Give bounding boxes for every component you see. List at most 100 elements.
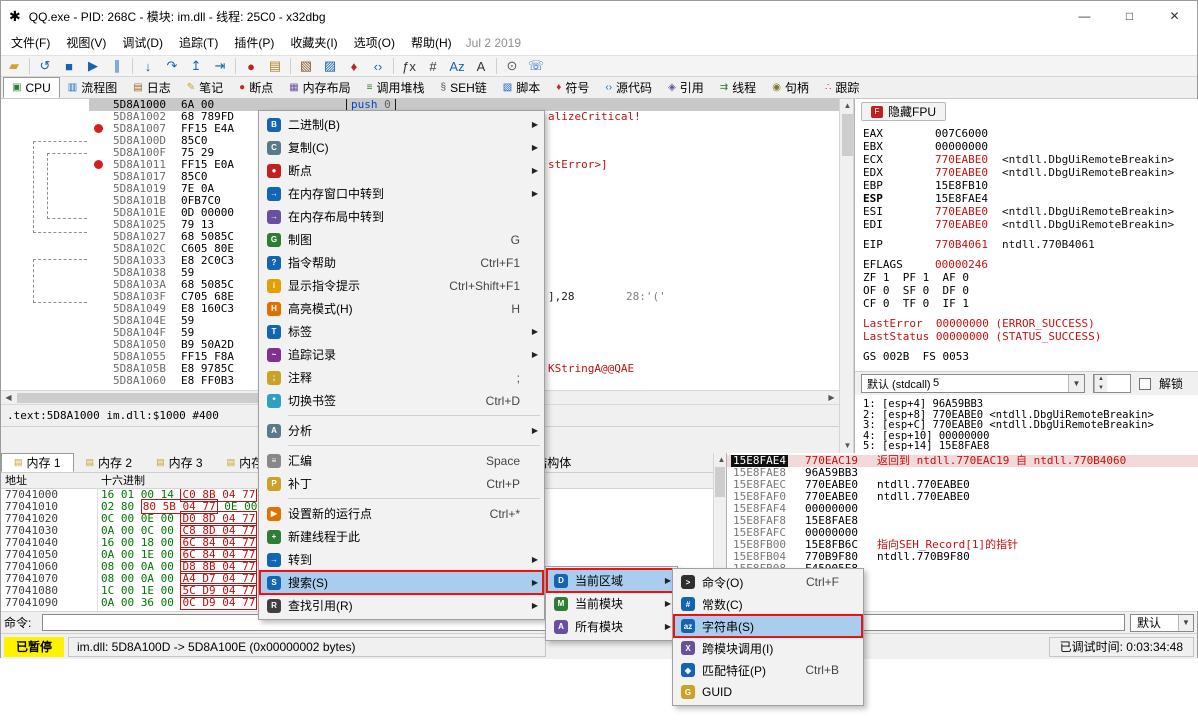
stack-row[interactable]: 15E8FAF815E8FAE8 bbox=[727, 515, 1198, 527]
call-stack-tab[interactable]: ≡调用堆栈 bbox=[359, 77, 433, 98]
dump-tab[interactable]: ▤内存 3 bbox=[144, 453, 215, 472]
references-tab[interactable]: ◈引用 bbox=[660, 77, 712, 98]
stack-argument-row[interactable]: 1: [esp+4] 96A59BB3 bbox=[863, 399, 1195, 410]
hide-fpu-button[interactable]: F 隐藏FPU bbox=[861, 102, 946, 121]
menu-item[interactable]: →在内存窗口中转到▶ bbox=[260, 182, 543, 205]
minimize-button[interactable]: — bbox=[1062, 1, 1107, 31]
source-icon[interactable]: ‹› bbox=[369, 59, 387, 74]
menu-item[interactable]: →在内存布局中转到 bbox=[260, 205, 543, 228]
calling-convention-select[interactable]: 默认 (stdcall) ▼ bbox=[861, 374, 1085, 393]
menu-item[interactable]: ≡汇编Space bbox=[260, 449, 543, 472]
register-value[interactable]: 00000000 bbox=[935, 140, 988, 153]
menu-item[interactable]: X跨模块调用(I) bbox=[674, 637, 862, 659]
register-value[interactable]: 15E8FAE4 bbox=[935, 192, 988, 205]
register-value[interactable]: 770EABE0 bbox=[935, 166, 988, 179]
dump-tab[interactable]: ▤内存 1 bbox=[1, 453, 74, 472]
menu-item[interactable]: ◆匹配特征(P)Ctrl+B bbox=[674, 659, 862, 681]
chevron-down-icon[interactable]: ▼ bbox=[1068, 375, 1084, 392]
register-line[interactable]: EDI770EABE0<ntdll.DbgUiRemoteBreakin> bbox=[863, 218, 1195, 231]
menu-item[interactable]: ~追踪记录▶ bbox=[260, 343, 543, 366]
menu-item[interactable]: #常数(C) bbox=[674, 593, 862, 615]
menu-item[interactable]: ;注释; bbox=[260, 366, 543, 389]
menu-item[interactable]: H高亮模式(H)H bbox=[260, 297, 543, 320]
spin-up-icon[interactable]: ▲ bbox=[1095, 375, 1107, 384]
restart-icon[interactable]: ↺ bbox=[36, 58, 54, 74]
menu-item[interactable]: M当前模块▶ bbox=[547, 592, 676, 615]
graph-tab[interactable]: ▥流程图 bbox=[60, 77, 125, 98]
unlock-checkbox[interactable] bbox=[1139, 378, 1151, 390]
register-line[interactable]: ECX770EABE0<ntdll.DbgUiRemoteBreakin> bbox=[863, 153, 1195, 166]
stack-row[interactable]: 15E8FB04770B9F80ntdll.770B9F80 bbox=[727, 551, 1198, 563]
stop-icon[interactable]: ■ bbox=[60, 59, 78, 74]
breakpoints-icon[interactable]: ● bbox=[242, 59, 260, 74]
menubar-item[interactable]: 插件(P) bbox=[226, 33, 282, 53]
menu-item[interactable]: P补丁Ctrl+P bbox=[260, 472, 543, 495]
stack-row[interactable]: 15E8FAF400000000 bbox=[727, 503, 1198, 515]
scrollbar-thumb[interactable] bbox=[715, 467, 725, 497]
step-out-icon[interactable]: ↥ bbox=[187, 58, 205, 74]
register-value[interactable]: 007C6000 bbox=[935, 127, 988, 140]
menu-item[interactable]: *切换书签Ctrl+D bbox=[260, 389, 543, 412]
log-icon[interactable]: ▧ bbox=[297, 58, 315, 74]
seh-chain-tab[interactable]: §SEH链 bbox=[433, 77, 495, 98]
argument-count-stepper[interactable]: 5 ▲▼ bbox=[1093, 374, 1131, 393]
register-value[interactable]: 15E8FB10 bbox=[935, 179, 988, 192]
command-profile-select[interactable]: 默认 ▼ bbox=[1130, 614, 1194, 632]
menu-item[interactable]: GGUID bbox=[674, 681, 862, 703]
menubar-item[interactable]: 文件(F) bbox=[3, 33, 58, 53]
menubar-item[interactable]: 追踪(T) bbox=[171, 33, 226, 53]
symbols-icon[interactable]: ♦ bbox=[345, 59, 363, 74]
cpu-tab[interactable]: ▣CPU bbox=[3, 77, 60, 98]
spin-down-icon[interactable]: ▼ bbox=[1095, 384, 1107, 393]
register-line[interactable]: LastStatus 00000000 (STATUS_SUCCESS) bbox=[863, 330, 1195, 343]
register-line[interactable]: ZF 1 PF 1 AF 0 bbox=[863, 271, 1195, 284]
script-tab[interactable]: ▧脚本 bbox=[495, 77, 548, 98]
phone-icon[interactable]: ☏ bbox=[527, 58, 545, 74]
current-region-menu-item[interactable]: D当前区域▶ bbox=[547, 569, 676, 592]
register-line[interactable]: CF 0 TF 0 IF 1 bbox=[863, 297, 1195, 310]
menu-item[interactable]: >命令(O)Ctrl+F bbox=[674, 571, 862, 593]
trace-tab[interactable]: ∴跟踪 bbox=[817, 77, 867, 98]
scroll-left-icon[interactable]: ◀ bbox=[1, 391, 16, 404]
fx-icon[interactable]: ƒx bbox=[400, 59, 418, 74]
register-line[interactable]: ESI770EABE0<ntdll.DbgUiRemoteBreakin> bbox=[863, 205, 1195, 218]
stack-row[interactable]: 15E8FAE4770EAC19返回到 ntdll.770EAC19 自 ntd… bbox=[727, 455, 1198, 467]
menu-item[interactable]: B二进制(B)▶ bbox=[260, 113, 543, 136]
register-line[interactable]: EBP15E8FB10 bbox=[863, 179, 1195, 192]
run-icon[interactable]: ▶ bbox=[84, 58, 102, 74]
register-value[interactable]: 770EABE0 bbox=[935, 205, 988, 218]
search-menu-item[interactable]: S搜索(S)▶ bbox=[260, 571, 543, 594]
stack-row[interactable]: 15E8FAF0770EABE0ntdll.770EABE0 bbox=[727, 491, 1198, 503]
menubar-item[interactable]: 帮助(H) bbox=[403, 33, 460, 53]
scroll-right-icon[interactable]: ▶ bbox=[824, 391, 839, 404]
menu-item[interactable]: ?指令帮助Ctrl+F1 bbox=[260, 251, 543, 274]
step-over-icon[interactable]: ↷ bbox=[163, 58, 181, 74]
menu-item[interactable]: +新建线程于此 bbox=[260, 525, 543, 548]
source-tab[interactable]: ‹›源代码 bbox=[597, 77, 660, 98]
menu-item[interactable]: A所有模块▶ bbox=[547, 615, 676, 638]
menu-item[interactable]: ▶设置新的运行点Ctrl+* bbox=[260, 502, 543, 525]
close-button[interactable]: ✕ bbox=[1152, 1, 1197, 31]
menu-item[interactable]: T标签▶ bbox=[260, 320, 543, 343]
menu-item[interactable]: ●断点▶ bbox=[260, 159, 543, 182]
maximize-button[interactable]: □ bbox=[1107, 1, 1152, 31]
pause-icon[interactable]: ∥ bbox=[108, 58, 126, 74]
menu-item[interactable]: R查找引用(R)▶ bbox=[260, 594, 543, 617]
register-line[interactable]: EBX00000000 bbox=[863, 140, 1195, 153]
menu-item[interactable]: G制图G bbox=[260, 228, 543, 251]
dump-tab[interactable]: ▤内存 2 bbox=[74, 453, 145, 472]
menubar-item[interactable]: 收藏夹(I) bbox=[282, 33, 345, 53]
register-value[interactable]: 770B4061 bbox=[935, 238, 988, 251]
font-icon[interactable]: A bbox=[472, 59, 490, 74]
register-line[interactable]: EAX007C6000 bbox=[863, 127, 1195, 140]
script-icon[interactable]: ▨ bbox=[321, 58, 339, 74]
register-line[interactable]: EFLAGS00000246 bbox=[863, 258, 1195, 271]
register-value[interactable]: 00000246 bbox=[935, 258, 988, 271]
notes-tab[interactable]: ✎笔记 bbox=[179, 77, 231, 98]
step-into-icon[interactable]: ↓ bbox=[139, 59, 157, 74]
register-line[interactable]: EIP770B4061ntdll.770B4061 bbox=[863, 238, 1195, 251]
register-line[interactable]: LastError 00000000 (ERROR_SUCCESS) bbox=[863, 317, 1195, 330]
open-file-icon[interactable]: ▰ bbox=[5, 58, 23, 74]
log-tab[interactable]: ▤日志 bbox=[125, 77, 178, 98]
stack-argument-row[interactable]: 3: [esp+C] 770EABE0 <ntdll.DbgUiRemoteBr… bbox=[863, 420, 1195, 431]
